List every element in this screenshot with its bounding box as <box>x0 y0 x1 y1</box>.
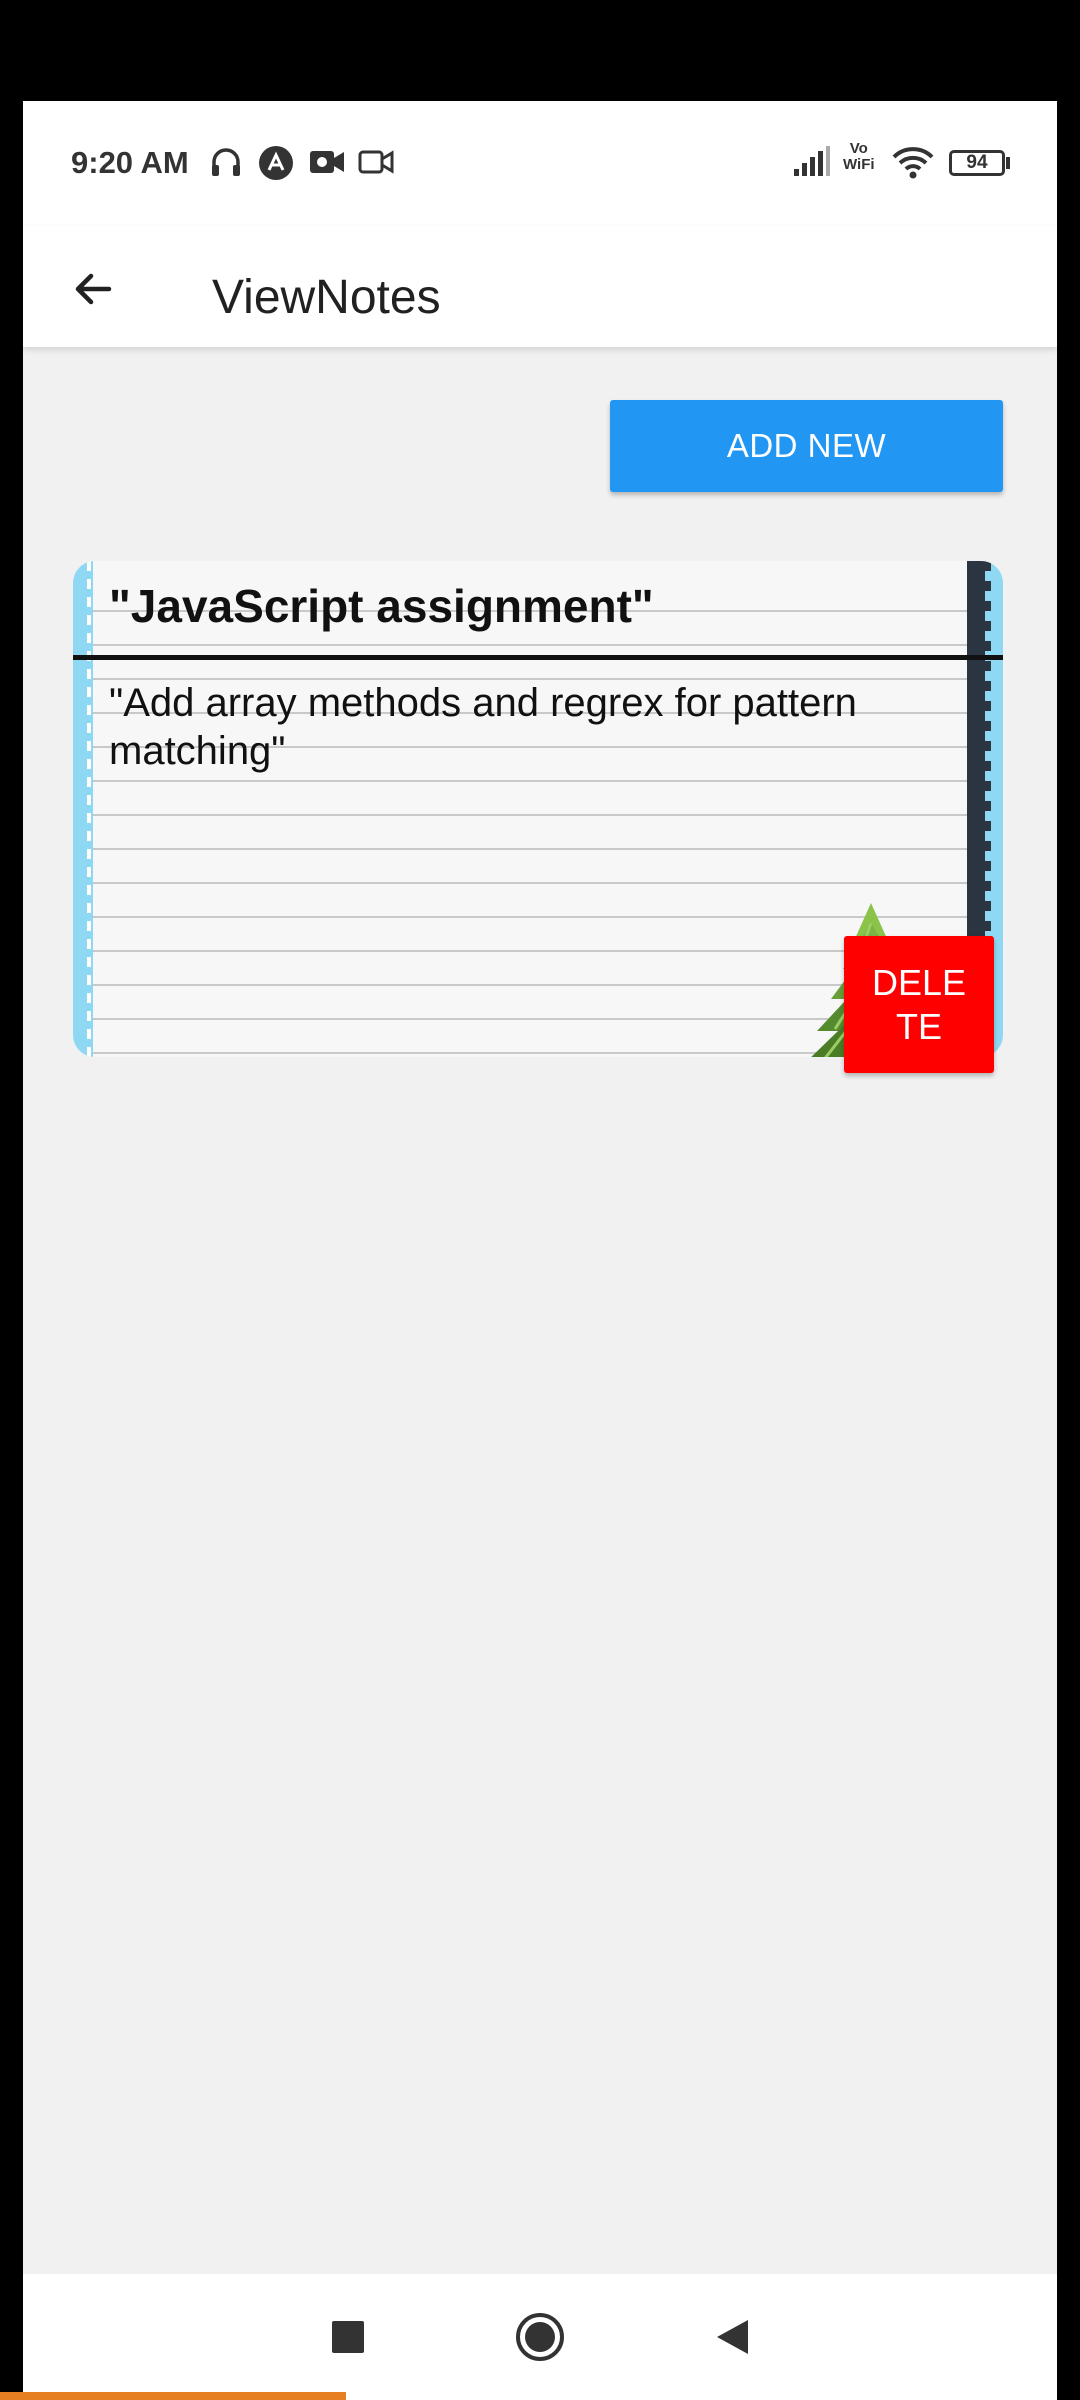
status-bar: 9:20 AM Vo WiFi 94 <box>23 101 1057 226</box>
note-title: "JavaScript assignment" <box>109 580 654 632</box>
note-spine <box>967 561 991 945</box>
bottom-accent-strip <box>0 2392 346 2400</box>
app-bar: ViewNotes <box>23 226 1057 347</box>
note-divider <box>73 655 1003 660</box>
signal-icon <box>793 145 831 177</box>
battery-level: 94 <box>966 152 988 173</box>
vowifi-label-bottom: WiFi <box>843 156 875 173</box>
recents-button[interactable] <box>303 2274 393 2400</box>
arrow-left-icon <box>75 273 112 305</box>
system-back-button[interactable] <box>687 2274 777 2400</box>
back-button[interactable] <box>65 261 121 317</box>
video-record-icon <box>308 145 346 179</box>
wifi-icon <box>891 145 935 179</box>
back-triangle-icon <box>717 2320 748 2354</box>
headphones-icon <box>209 145 243 179</box>
screen: 9:20 AM Vo WiFi 94 ViewNotes ADD NEW "Ja… <box>23 101 1057 2400</box>
home-circle-icon <box>516 2313 564 2361</box>
navigation-bar <box>23 2274 1057 2400</box>
vowifi-icon: Vo WiFi <box>843 141 875 173</box>
battery-nub <box>1006 157 1010 169</box>
status-time: 9:20 AM <box>71 145 189 180</box>
note-left-edge <box>73 561 93 1057</box>
app-notification-icon <box>258 145 294 181</box>
add-new-button[interactable]: ADD NEW <box>610 400 1003 492</box>
battery-icon: 94 <box>949 150 1005 176</box>
page-title: ViewNotes <box>212 271 441 324</box>
delete-button[interactable]: DELETE <box>844 936 994 1073</box>
screen-record-icon <box>357 145 395 179</box>
recents-square-icon <box>332 2321 364 2353</box>
home-button[interactable] <box>495 2274 585 2400</box>
note-body: "Add array methods and regrex for patter… <box>109 681 857 773</box>
vowifi-label-top: Vo <box>849 140 868 157</box>
